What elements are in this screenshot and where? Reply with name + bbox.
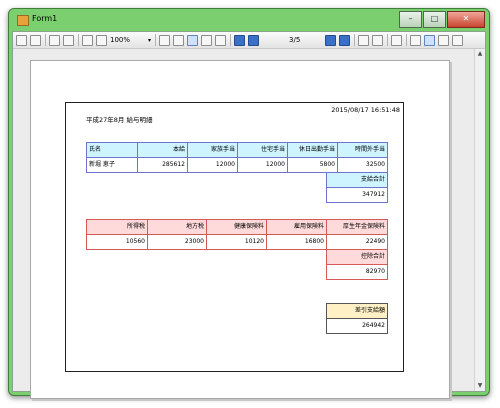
deduction-header-local-tax: 地方税 [147,219,207,235]
window-title: Form1 [32,14,58,23]
pay-header-base: 本給 [137,142,188,158]
zoom-dropdown-icon[interactable]: ▾ [148,37,151,44]
pay-header-housing: 住宅手当 [237,142,288,158]
toolbar-separator [155,34,157,46]
deduction-value-pension: 22490 [326,234,388,250]
deduction-header-employment: 雇用保険料 [266,219,327,235]
pay-value-housing: 12000 [237,157,288,173]
pan-hand-icon[interactable] [424,34,436,46]
refresh-icon[interactable] [410,34,422,46]
page-indicator[interactable]: 3/5 [289,36,300,44]
page-setup-icon[interactable] [49,34,60,46]
scroll-up-icon[interactable]: ▲ [475,49,485,59]
select-cursor-icon[interactable] [438,34,450,46]
report-frame: 2015/08/17 16:51:48 平成27年8月 給与明細 氏名 本給 家… [65,102,404,372]
app-icon [17,15,29,26]
toolbar-separator [45,34,46,46]
pay-value-family: 12000 [187,157,238,173]
two-pages-icon[interactable] [201,34,213,46]
preview-toolbar: 100% ▾ 3/5 [13,32,485,49]
copy-icon[interactable] [16,34,27,46]
app-window: Form1 – □ ✕ 100% ▾ 3/5 2015/08/17 16:51:… [8,8,490,399]
zoom-in-icon[interactable] [96,34,107,46]
multi-page-icon[interactable] [215,34,227,46]
pay-value-base: 285612 [137,157,188,173]
toolbar-separator [406,34,408,46]
zoom-out-icon[interactable] [82,34,93,46]
net-pay-value: 264942 [326,318,388,334]
vertical-scrollbar[interactable]: ▲ ▼ [474,49,485,391]
toolbar-separator [230,34,232,46]
deduction-value-employment: 16800 [266,234,327,250]
back-icon[interactable] [358,34,370,46]
pay-total-value: 347912 [326,187,388,203]
forward-icon[interactable] [372,34,384,46]
deduction-total-value: 82970 [326,264,388,280]
close-button[interactable]: ✕ [447,11,485,28]
deduction-value-income-tax: 10560 [86,234,148,250]
title-bar[interactable]: Form1 – □ ✕ [9,9,489,31]
stop-icon[interactable] [391,34,403,46]
previous-page-icon[interactable] [248,34,260,46]
find-icon[interactable] [63,34,74,46]
preview-area[interactable]: 2015/08/17 16:51:48 平成27年8月 給与明細 氏名 本給 家… [13,49,485,399]
report-title: 平成27年8月 給与明細 [86,116,153,124]
single-page-icon[interactable] [187,34,199,46]
net-pay-label: 差引支給額 [326,303,388,319]
deduction-header-pension: 厚生年金保険料 [326,219,388,235]
pay-total-label: 支給合計 [326,172,388,188]
pay-header-overtime: 時間外手当 [337,142,388,158]
client-area: 100% ▾ 3/5 2015/08/17 16:51:48 平成27年8月 給… [12,31,486,399]
report-page: 2015/08/17 16:51:48 平成27年8月 給与明細 氏名 本給 家… [30,60,450,399]
toolbar-separator [78,34,79,46]
pay-header-family: 家族手当 [187,142,238,158]
deduction-value-health: 10120 [206,234,267,250]
minimize-button[interactable]: – [399,11,422,28]
scroll-down-icon[interactable]: ▼ [475,381,485,391]
fit-page-icon[interactable] [173,34,185,46]
pay-value-overtime: 32500 [337,157,388,173]
fit-width-icon[interactable] [159,34,171,46]
toolbar-separator [387,34,389,46]
deduction-header-income-tax: 所得税 [86,219,148,235]
print-date: 2015/08/17 16:51:48 [331,106,400,114]
first-page-icon[interactable] [234,34,246,46]
deduction-header-health: 健康保険料 [206,219,267,235]
maximize-button[interactable]: □ [423,11,446,28]
pay-value-name: 新堀 恵子 [86,157,138,173]
zoom-level[interactable]: 100% [110,36,146,44]
last-page-icon[interactable] [339,34,351,46]
print-icon[interactable] [30,34,41,46]
next-page-icon[interactable] [325,34,337,46]
deduction-value-local-tax: 23000 [147,234,207,250]
deduction-total-label: 控除合計 [326,249,388,265]
toolbar-separator [354,34,356,46]
pay-value-holiday: 5800 [287,157,338,173]
pay-header-name: 氏名 [86,142,138,158]
table-of-contents-icon[interactable] [452,34,464,46]
pay-header-holiday: 休日出勤手当 [287,142,338,158]
